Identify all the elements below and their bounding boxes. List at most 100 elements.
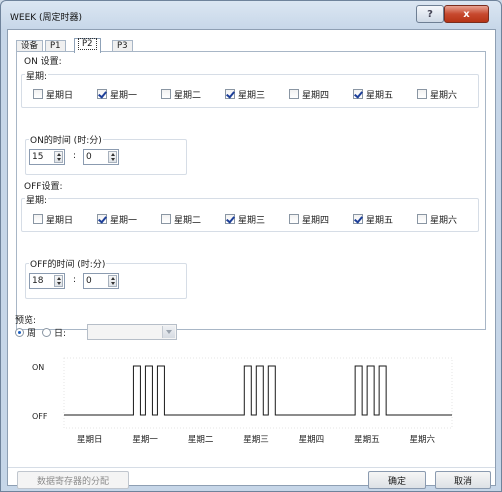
checkbox-box	[97, 89, 107, 99]
checkbox-label: 星期四	[302, 90, 330, 101]
radio-dot	[15, 327, 24, 337]
close-icon: x	[463, 8, 470, 20]
off-day-friday-checkbox[interactable]: 星期五	[353, 213, 394, 226]
on-day-friday-checkbox[interactable]: 星期五	[353, 88, 394, 101]
chart-x-tick-label: 星期三	[243, 435, 269, 445]
ok-button[interactable]: 确定	[368, 471, 426, 489]
off-minute-spinner[interactable]: 0	[83, 273, 119, 289]
checkbox-label: 星期六	[430, 90, 458, 101]
chart-x-tick-label: 星期五	[354, 435, 380, 445]
arrow-down-icon	[57, 282, 61, 285]
checkbox-label: 星期一	[110, 215, 138, 226]
radio-dot	[42, 327, 51, 337]
on-day-sunday-checkbox[interactable]: 星期日	[33, 88, 74, 101]
help-button[interactable]: ?	[416, 5, 444, 23]
arrow-up-icon	[111, 153, 115, 156]
checkbox-label: 星期三	[238, 90, 266, 101]
spin-arrows[interactable]	[108, 151, 117, 163]
checkbox-label: 星期三	[238, 215, 266, 226]
on-hour-spinner[interactable]: 15	[29, 149, 65, 165]
tab-page-p2: ON 设置: 星期: 星期日 星期一 星期二 星期三 星期四 星期五 星期六 O…	[16, 51, 486, 330]
on-minute-spinner[interactable]: 0	[83, 149, 119, 165]
button-label: 取消	[453, 476, 472, 487]
checkbox-label: 星期日	[46, 215, 74, 226]
preview-day-select[interactable]	[87, 324, 177, 340]
off-days-label: 星期:	[25, 193, 49, 206]
chart-x-tick-label: 星期六	[410, 434, 436, 445]
checkbox-label: 星期五	[366, 90, 394, 101]
arrow-down-icon	[57, 158, 61, 161]
checkbox-box	[33, 89, 43, 99]
checkbox-label: 星期六	[430, 215, 458, 226]
arrow-down-icon	[111, 282, 115, 285]
on-settings-label: ON 设置:	[23, 54, 63, 67]
data-register-button[interactable]: 数据寄存器的分配	[17, 471, 129, 489]
chart-x-tick-label: 星期日	[77, 435, 103, 445]
off-day-sunday-checkbox[interactable]: 星期日	[33, 213, 74, 226]
radio-label: 日:	[54, 328, 67, 339]
checkbox-box	[289, 89, 299, 99]
tab-p2[interactable]: P2	[74, 38, 101, 53]
on-day-thursday-checkbox[interactable]: 星期四	[289, 88, 330, 101]
on-time-label: ON的时间 (时:分)	[29, 133, 103, 146]
title-bar: WEEK (周定时器) ? x	[1, 1, 501, 29]
preview-week-radio[interactable]: 周	[15, 326, 37, 339]
spin-arrows[interactable]	[54, 275, 63, 287]
arrow-down-icon	[111, 158, 115, 161]
timing-chart: ON OFF 星期日 星期一 星期二 星期三 星期四 星期五 星期六	[32, 357, 453, 445]
off-day-saturday-checkbox[interactable]: 星期六	[417, 213, 458, 226]
chart-x-tick-label: 星期一	[132, 435, 158, 445]
close-button[interactable]: x	[444, 5, 489, 23]
tab-label: P3	[117, 41, 128, 51]
checkbox-label: 星期一	[110, 90, 138, 101]
on-minute-value: 0	[86, 152, 92, 162]
cancel-button[interactable]: 取消	[435, 471, 491, 489]
off-settings-label: OFF设置:	[23, 179, 64, 192]
chart-y-label: OFF	[32, 412, 48, 421]
help-icon: ?	[427, 8, 433, 20]
footer-separator	[8, 467, 495, 468]
checkbox-label: 星期二	[174, 215, 202, 226]
tab-label: 设备	[21, 41, 39, 51]
off-day-wednesday-checkbox[interactable]: 星期三	[225, 213, 266, 226]
radio-label: 周	[27, 328, 37, 339]
checkbox-box	[161, 214, 171, 224]
checkbox-label: 星期二	[174, 90, 202, 101]
preview-label: 预览:	[15, 316, 37, 326]
chart-x-tick-label: 星期二	[188, 435, 214, 445]
checkbox-box	[353, 89, 363, 99]
tab-label: P2	[78, 38, 97, 50]
checkbox-label: 星期五	[366, 215, 394, 226]
dialog-body: 设备 P1 P2 P3 ON 设置: 星期: 星期日 星期一 星期二 星期三 星…	[7, 29, 496, 489]
on-day-monday-checkbox[interactable]: 星期一	[97, 88, 138, 101]
checkbox-box	[353, 214, 363, 224]
on-day-tuesday-checkbox[interactable]: 星期二	[161, 88, 202, 101]
on-day-saturday-checkbox[interactable]: 星期六	[417, 88, 458, 101]
preview-day-radio[interactable]: 日:	[42, 326, 67, 339]
checkbox-box	[289, 214, 299, 224]
spin-arrows[interactable]	[108, 275, 117, 287]
checkbox-box	[33, 214, 43, 224]
chart-x-tick-label: 星期四	[299, 435, 325, 445]
off-day-monday-checkbox[interactable]: 星期一	[97, 213, 138, 226]
checkbox-box	[97, 214, 107, 224]
chart-y-label: ON	[32, 363, 44, 372]
checkbox-label: 星期日	[46, 90, 74, 101]
off-hour-spinner[interactable]: 18	[29, 273, 65, 289]
checkbox-box	[417, 89, 427, 99]
arrow-up-icon	[111, 277, 115, 280]
checkbox-box	[417, 214, 427, 224]
off-day-tuesday-checkbox[interactable]: 星期二	[161, 213, 202, 226]
window-title: WEEK (周定时器)	[10, 13, 83, 23]
chevron-down-icon	[162, 326, 175, 338]
arrow-up-icon	[57, 153, 61, 156]
on-day-wednesday-checkbox[interactable]: 星期三	[225, 88, 266, 101]
off-minute-value: 0	[86, 276, 92, 286]
chart-plot-area	[63, 357, 453, 429]
off-day-thursday-checkbox[interactable]: 星期四	[289, 213, 330, 226]
button-label: 确定	[387, 476, 406, 487]
off-hour-value: 18	[32, 276, 44, 286]
spin-arrows[interactable]	[54, 151, 63, 163]
on-time-colon: :	[73, 151, 77, 161]
checkbox-label: 星期四	[302, 215, 330, 226]
